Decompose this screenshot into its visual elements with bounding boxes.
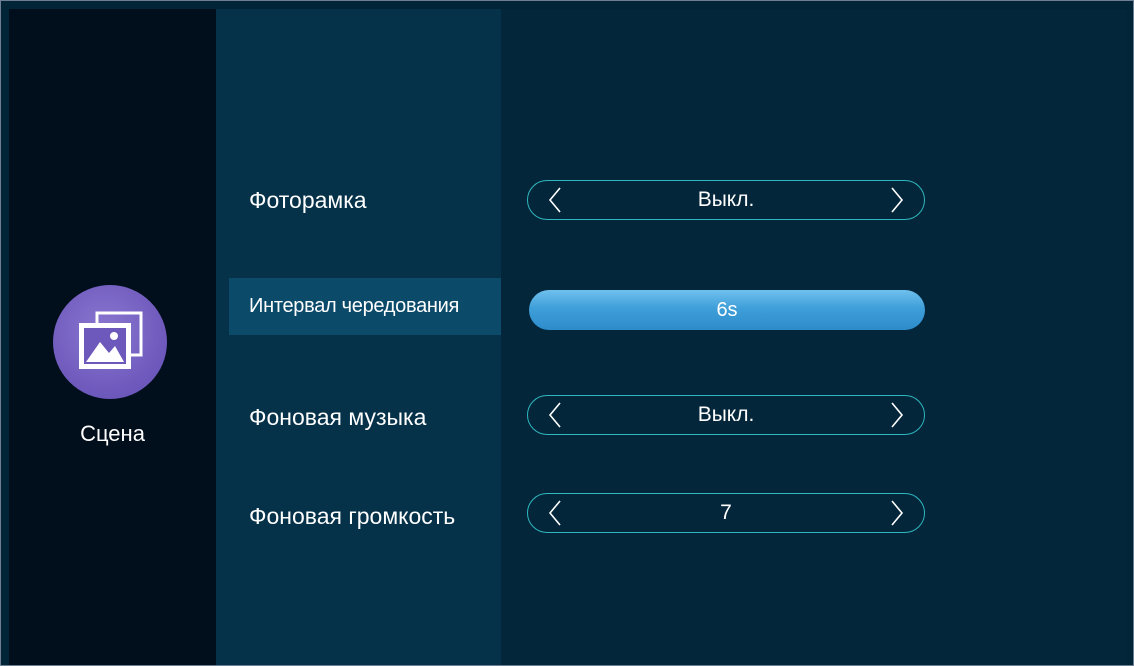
settings-values-panel (501, 9, 1127, 665)
photo-frame-value: Выкл. (697, 188, 755, 211)
chevron-right-icon[interactable] (890, 186, 904, 219)
chevron-right-icon[interactable] (890, 499, 904, 532)
background-music-label: Фоновая музыка (249, 404, 427, 430)
sidebar-item-label[interactable]: Сцена (9, 421, 216, 447)
slide-interval-label: Интервал чередования (249, 295, 460, 317)
background-volume-value: 7 (720, 501, 732, 524)
chevron-right-icon[interactable] (890, 401, 904, 434)
background-music-selector[interactable]: Выкл. (527, 395, 925, 435)
slide-interval-value: 6s (716, 299, 738, 321)
selected-row-highlight[interactable]: Интервал чередования (229, 278, 501, 335)
slide-interval-selector[interactable]: 6s (529, 290, 925, 330)
photo-frame-label: Фоторамка (249, 187, 367, 213)
gallery-icon[interactable] (53, 285, 167, 399)
screen: Сцена Фоторамка Выкл. Интервал чередован… (0, 0, 1134, 666)
background-volume-selector[interactable]: 7 (527, 493, 925, 533)
background-volume-label: Фоновая громкость (249, 503, 456, 529)
background-music-value: Выкл. (697, 403, 755, 426)
photo-frame-selector[interactable]: Выкл. (527, 180, 925, 220)
settings-list-panel (216, 9, 501, 665)
